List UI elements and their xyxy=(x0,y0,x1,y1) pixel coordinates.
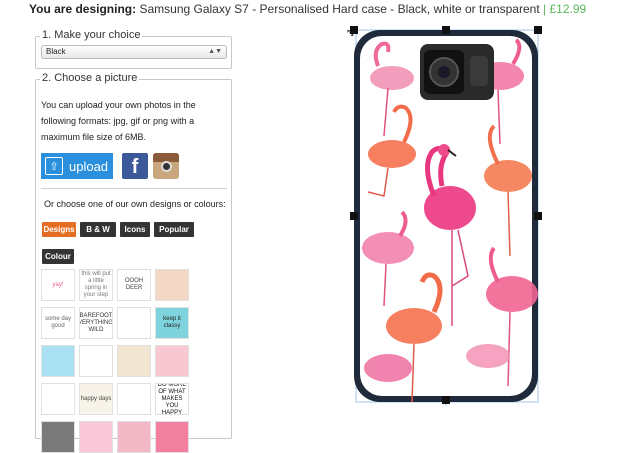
design-thumbnail[interactable] xyxy=(155,345,189,377)
design-thumbnail[interactable]: yay! xyxy=(41,269,75,301)
handle-bottom[interactable] xyxy=(442,396,450,404)
design-thumbnail[interactable] xyxy=(41,345,75,377)
design-thumbnail[interactable] xyxy=(155,269,189,301)
design-thumbnail[interactable]: keep it classy xyxy=(155,307,189,339)
design-thumbnail[interactable] xyxy=(117,383,151,415)
page-header: You are designing: Samsung Galaxy S7 - P… xyxy=(29,2,586,16)
camera-lens-inner xyxy=(438,66,450,78)
upload-icon: ⇧ xyxy=(45,157,63,175)
handle-right[interactable] xyxy=(534,212,542,220)
select-arrows-icon: ▲▼ xyxy=(208,48,222,55)
instagram-button[interactable] xyxy=(153,153,179,179)
upload-instructions: You can upload your own photos in the fo… xyxy=(41,100,196,142)
design-thumbnail[interactable]: BAREFOOT EVERYTHING'S WILD xyxy=(79,307,113,339)
design-thumbnail[interactable] xyxy=(79,345,113,377)
design-thumbnail[interactable]: this will put a little spring in your st… xyxy=(79,269,113,301)
product-price: £12.99 xyxy=(549,2,587,16)
tab-bw[interactable]: B & W xyxy=(80,222,116,237)
flash-sensor xyxy=(470,56,488,86)
divider xyxy=(41,188,227,189)
design-thumbnail[interactable] xyxy=(117,345,151,377)
product-title: Samsung Galaxy S7 - Personalised Hard ca… xyxy=(139,2,540,16)
tab-colour[interactable]: Colour xyxy=(42,249,74,264)
design-thumbnail[interactable]: DO MORE OF WHAT MAKES YOU HAPPY xyxy=(155,383,189,415)
or-choose-text: Or choose one of our own designs or colo… xyxy=(44,199,226,209)
design-thumbnail[interactable]: happy days xyxy=(79,383,113,415)
phone-preview[interactable] xyxy=(348,26,544,411)
handle-left[interactable] xyxy=(350,212,358,220)
case-colour-select[interactable]: Black ▲▼ xyxy=(41,45,227,59)
make-choice-panel: 1. Make your choice Black ▲▼ xyxy=(35,29,232,69)
instagram-icon xyxy=(161,161,172,172)
handle-top-left[interactable] xyxy=(350,26,358,34)
tab-designs[interactable]: Designs xyxy=(42,222,76,237)
design-thumbnail[interactable] xyxy=(117,307,151,339)
design-thumbnail[interactable]: some day good xyxy=(41,307,75,339)
facebook-button[interactable]: f xyxy=(122,153,148,179)
step2-legend: 2. Choose a picture xyxy=(40,72,140,84)
handle-top[interactable] xyxy=(442,26,450,34)
design-thumbnail[interactable]: OOOH DEER xyxy=(117,269,151,301)
step1-legend: 1. Make your choice xyxy=(40,29,143,41)
choose-picture-panel: 2. Choose a picture You can upload your … xyxy=(35,72,232,453)
tab-popular[interactable]: Popular xyxy=(154,222,194,237)
header-separator: | xyxy=(543,2,547,16)
handle-top-right[interactable] xyxy=(534,26,542,34)
tab-icons[interactable]: Icons xyxy=(120,222,150,237)
header-lead: You are designing: xyxy=(29,2,137,16)
upload-button[interactable]: ⇧ upload xyxy=(41,153,113,179)
case-colour-value: Black xyxy=(46,47,66,56)
facebook-icon: f xyxy=(131,156,139,178)
upload-label: upload xyxy=(69,158,109,174)
phone-case-preview xyxy=(350,26,542,406)
design-thumbnail[interactable] xyxy=(41,383,75,415)
